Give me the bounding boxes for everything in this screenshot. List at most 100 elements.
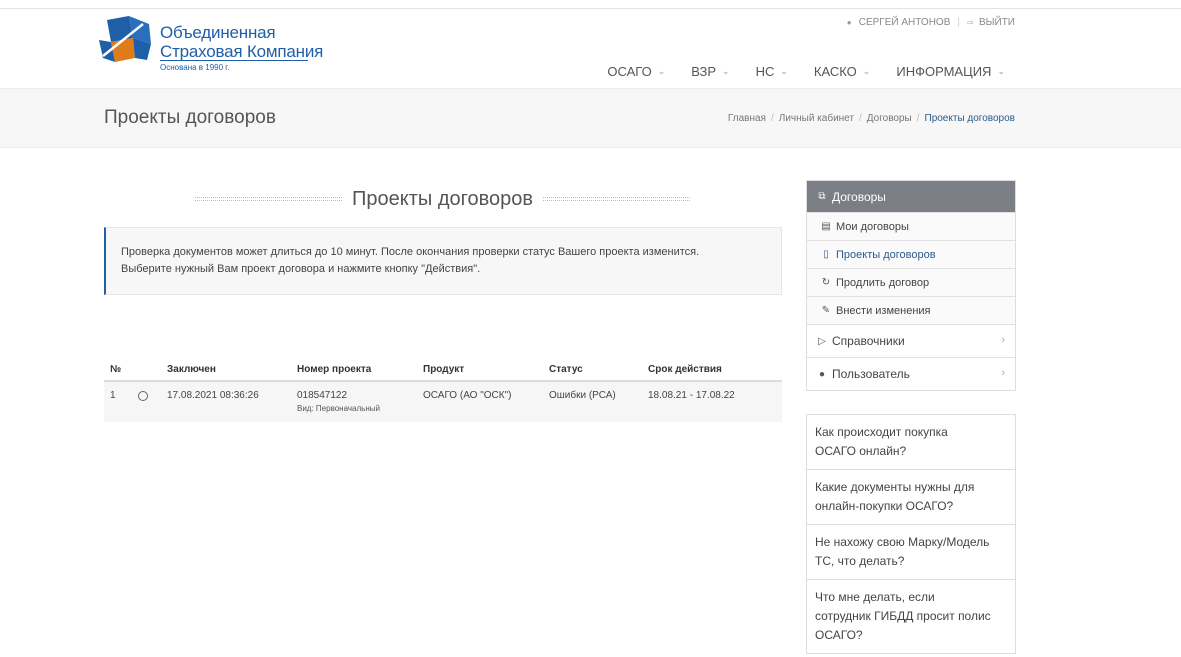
- breadcrumb-separator: /: [858, 113, 862, 124]
- user-bar-separator: |: [957, 17, 960, 28]
- cell-project-number: 018547122 Вид: Первоначальный: [297, 390, 423, 413]
- edit-icon: ✎: [821, 305, 831, 316]
- logo-text-line2: Страховая Компания: [160, 42, 324, 61]
- table-header: № Заключен Номер проекта Продукт Статус …: [104, 358, 782, 382]
- folder-open-icon: ▷: [818, 335, 826, 347]
- breadcrumb-separator: /: [916, 113, 920, 124]
- chevron-down-icon: ⌄: [657, 66, 666, 76]
- logo-tagline: Основана в 1990 г.: [160, 63, 230, 72]
- main-nav: ОСАГО ⌄ ВЗР ⌄ НС ⌄ КАСКО ⌄ ИНФОРМАЦИЯ ⌄: [607, 64, 1005, 79]
- faq-text: Какие документы нужны для: [815, 480, 975, 494]
- nav-item-label: ИНФОРМАЦИЯ: [896, 64, 992, 79]
- notice-line1: Проверка документов может длиться до 10 …: [121, 246, 700, 258]
- logo-text-line1: Объединенная: [160, 23, 276, 42]
- faq-item[interactable]: Что мне делать, если сотрудник ГИБДД про…: [806, 579, 1016, 654]
- project-number: 018547122: [297, 390, 348, 401]
- breadcrumb-separator: /: [770, 113, 774, 124]
- faq-text: Что мне делать, если: [815, 590, 935, 604]
- nav-item-label: ОСАГО: [607, 64, 652, 79]
- copy-icon: ⧉: [818, 191, 826, 202]
- sidebar-item-renew-contract[interactable]: ↻ Продлить договор: [807, 268, 1015, 296]
- chevron-down-icon: ⌄: [780, 66, 788, 76]
- th-concluded: Заключен: [167, 363, 216, 375]
- top-divider: [0, 8, 1181, 9]
- nav-item-vzr[interactable]: ВЗР ⌄: [678, 64, 742, 79]
- sidebar-item-make-changes[interactable]: ✎ Внести изменения: [807, 296, 1015, 324]
- cell-concluded: 17.08.2021 08:36:26: [167, 390, 259, 401]
- nav-item-osago[interactable]: ОСАГО ⌄: [607, 64, 678, 79]
- nav-item-ns[interactable]: НС ⌄: [743, 64, 801, 79]
- user-icon: ●: [818, 368, 826, 380]
- th-status: Статус: [549, 363, 583, 375]
- cell-no: 1: [110, 390, 116, 401]
- content-heading: Проекты договоров: [195, 186, 691, 212]
- faq-text: сотрудник ГИБДД просит полис: [815, 609, 991, 623]
- chevron-right-icon: ›: [1001, 367, 1005, 379]
- word-file-icon: ▯: [823, 249, 829, 260]
- logout-icon: ⇨: [966, 17, 974, 27]
- nav-item-label: НС: [755, 64, 775, 79]
- user-icon: ●: [846, 17, 852, 27]
- faq-text: ТС, что делать?: [815, 554, 905, 568]
- faq-text: онлайн-покупки ОСАГО?: [815, 499, 954, 513]
- sidebar-item-label: Пользователь: [832, 367, 910, 381]
- project-kind: Вид: Первоначальный: [297, 404, 380, 413]
- faq-item[interactable]: Не нахожу свою Марку/Модель ТС, что дела…: [806, 524, 1016, 580]
- sidebar-item-directories[interactable]: ▷ Справочники ›: [807, 324, 1015, 357]
- breadcrumb: Главная / Личный кабинет / Договоры / Проек…: [728, 113, 1015, 124]
- table-row[interactable]: 1 17.08.2021 08:36:26 018547122 Вид: Пер…: [104, 382, 782, 422]
- sidebar-item-label: Справочники: [832, 334, 905, 348]
- user-name-link[interactable]: СЕРГЕЙ АНТОНОВ: [859, 17, 951, 28]
- cell-status: Ошибки (РСА): [549, 390, 616, 401]
- breadcrumb-cabinet[interactable]: Личный кабинет: [779, 113, 854, 124]
- faq-item[interactable]: Какие документы нужны для онлайн-покупки…: [806, 469, 1016, 525]
- faq-text: ОСАГО онлайн?: [815, 444, 907, 458]
- chevron-down-icon: ⌄: [722, 66, 730, 76]
- th-product: Продукт: [423, 363, 465, 375]
- sidebar-item-label: Продлить договор: [836, 276, 930, 289]
- radio-button[interactable]: [138, 391, 148, 401]
- faq-text: Не нахожу свою Марку/Модель: [815, 535, 990, 549]
- notice-line2: Выберите нужный Вам проект договора и на…: [121, 263, 481, 275]
- faq-item[interactable]: Как происходит покупка ОСАГО онлайн?: [806, 414, 1016, 470]
- th-no: №: [110, 363, 122, 375]
- info-notice: Проверка документов может длиться до 10 …: [104, 227, 782, 295]
- row-select[interactable]: [130, 390, 167, 404]
- chevron-down-icon: ⌄: [862, 66, 871, 76]
- sidebar-item-label: Проекты договоров: [836, 248, 936, 261]
- nav-item-label: КАСКО: [813, 64, 857, 79]
- sidebar-header-contracts[interactable]: ⧉ Договоры: [807, 181, 1015, 212]
- page-title: Проекты договоров: [104, 107, 276, 128]
- nav-item-info[interactable]: ИНФОРМАЦИЯ ⌄: [883, 64, 1005, 79]
- faq-list: Как происходит покупка ОСАГО онлайн? Как…: [806, 414, 1016, 654]
- sidebar-item-label: Внести изменения: [836, 304, 931, 317]
- logo-mark-icon: [99, 16, 151, 62]
- refresh-icon: ↻: [821, 277, 831, 288]
- document-icon: ▤: [821, 221, 831, 232]
- breadcrumb-current: Проекты договоров: [924, 113, 1016, 124]
- breadcrumb-contracts[interactable]: Договоры: [867, 113, 912, 124]
- user-bar: ● СЕРГЕЙ АНТОНОВ | ⇨ ВЫЙТИ: [847, 17, 1015, 28]
- sidebar-item-contract-projects[interactable]: ▯ Проекты договоров: [807, 240, 1015, 268]
- logout-link[interactable]: ВЫЙТИ: [979, 17, 1015, 28]
- heading-rule-right: [543, 197, 691, 201]
- nav-item-label: ВЗР: [691, 64, 717, 79]
- sidebar-item-label: Мои договоры: [836, 220, 909, 233]
- faq-text: ОСАГО?: [815, 628, 863, 642]
- projects-table: № Заключен Номер проекта Продукт Статус …: [104, 358, 782, 422]
- breadcrumb-home[interactable]: Главная: [728, 113, 766, 124]
- sidebar-item-my-contracts[interactable]: ▤ Мои договоры: [807, 212, 1015, 240]
- chevron-right-icon: ›: [1001, 334, 1005, 346]
- nav-item-kasko[interactable]: КАСКО ⌄: [801, 64, 883, 79]
- th-project-number: Номер проекта: [297, 363, 372, 375]
- sidebar-item-user[interactable]: ● Пользователь ›: [807, 357, 1015, 390]
- logo-underline: [160, 60, 308, 61]
- cell-term: 18.08.21 - 17.08.22: [648, 390, 735, 401]
- heading-rule-left: [195, 197, 343, 201]
- th-term: Срок действия: [648, 363, 722, 375]
- cell-product: ОСАГО (АО "ОСК"): [423, 390, 512, 401]
- faq-text: Как происходит покупка: [815, 425, 948, 439]
- company-logo[interactable]: Объединенная Страховая Компания Основана…: [99, 16, 323, 74]
- chevron-down-icon: ⌄: [997, 66, 1005, 76]
- sidebar-header-label: Договоры: [832, 189, 886, 204]
